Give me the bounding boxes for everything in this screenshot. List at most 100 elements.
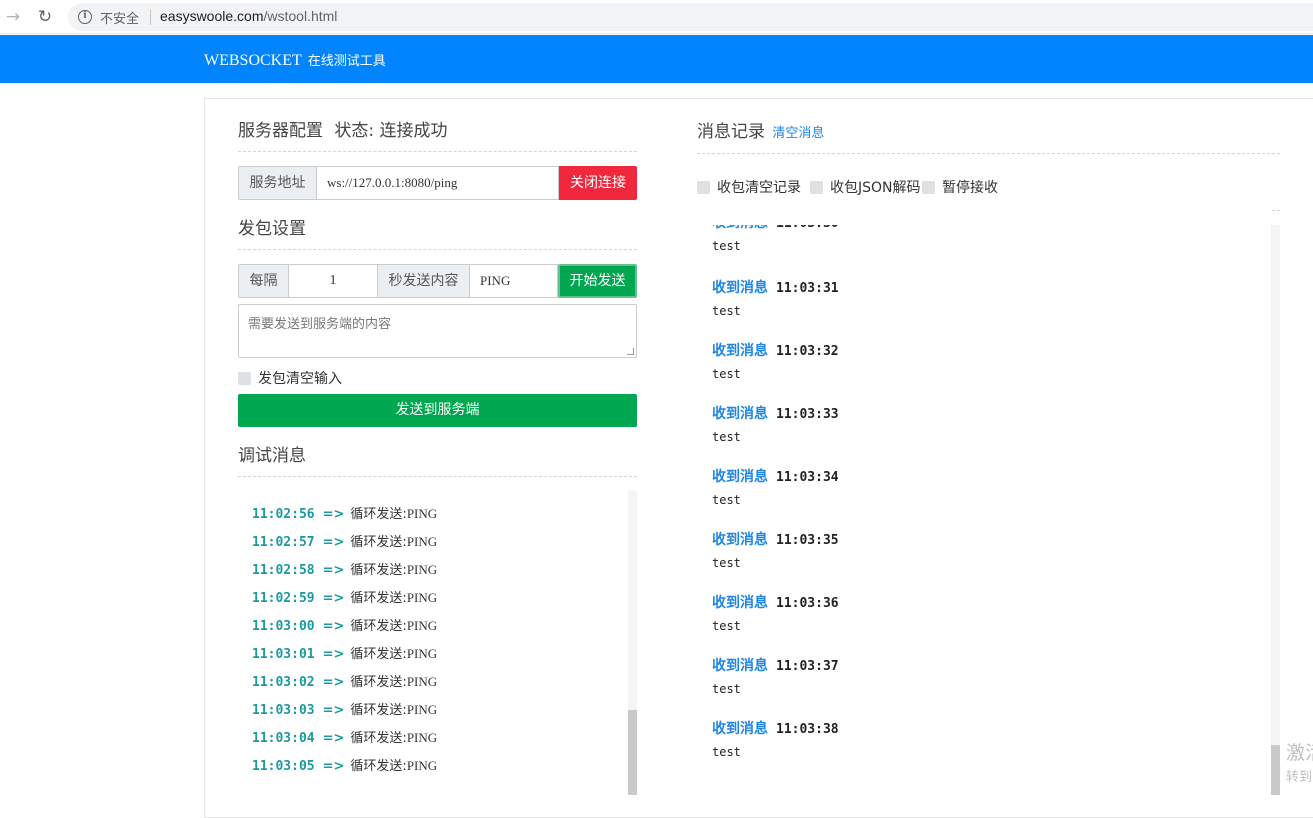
message-scrollbar[interactable] [1271, 225, 1280, 795]
message-head: 收到消息 11:03:31 [712, 277, 839, 297]
log-action: 循环发送: [350, 563, 407, 578]
message-time: 11:03:32 [776, 344, 839, 359]
send-content-label: 秒发送内容 [378, 264, 470, 298]
log-arrow: => [322, 731, 345, 746]
log-time: 11:02:58 [252, 563, 315, 578]
received-label: 收到消息 [712, 469, 768, 485]
brand[interactable]: WEBSOCKET 在线测试工具 [204, 50, 386, 70]
security-label: 不安全 [100, 12, 140, 27]
message-time: 11:03:31 [776, 281, 839, 296]
message-head: 收到消息 11:03:35 [712, 529, 839, 549]
url-text[interactable]: easyswoole.com/wstool.html [160, 8, 337, 24]
debug-log-line: 11:02:58 => 循环发送:PING [252, 559, 437, 578]
send-to-server-button[interactable]: 发送到服务端 [238, 394, 637, 427]
json-decode-label: 收包JSON解码 [830, 180, 921, 196]
log-arrow: => [322, 507, 345, 522]
message-time: 11:03:36 [776, 596, 839, 611]
list-item: 收到消息 11:03:31 test [712, 277, 839, 318]
send-content-input[interactable]: PING [470, 264, 558, 298]
log-time: 11:02:57 [252, 535, 315, 550]
start-sending-button[interactable]: 开始发送 [558, 264, 637, 298]
reload-icon[interactable]: ↻ [34, 6, 56, 28]
message-head: 收到消息 11:03:34 [712, 466, 839, 486]
clear-on-receive-option[interactable]: 收包清空记录 [697, 177, 801, 197]
log-action: 循环发送: [350, 591, 407, 606]
message-head: 收到消息 11:03:33 [712, 403, 839, 423]
json-decode-option[interactable]: 收包JSON解码 [810, 177, 921, 197]
message-head: 收到消息 11:03:32 [712, 340, 839, 360]
divider [150, 10, 151, 25]
log-arrow: => [322, 703, 345, 718]
debug-log-line: 11:03:01 => 循环发送:PING [252, 643, 438, 662]
clear-messages-link[interactable]: 清空消息 [772, 126, 824, 141]
app-header: WEBSOCKET 在线测试工具 [0, 35, 1313, 83]
log-value: PING [406, 534, 438, 549]
server-address-group: 服务地址 ws://127.0.0.1:8080/ping 关闭连接 [238, 166, 637, 200]
debug-log-line: 11:02:57 => 循环发送:PING [252, 531, 438, 550]
log-time: 11:03:05 [252, 759, 315, 774]
received-label: 收到消息 [712, 280, 768, 296]
divider [238, 249, 637, 250]
resize-grip-icon[interactable] [627, 348, 634, 355]
received-label: 收到消息 [712, 343, 768, 359]
log-time: 11:03:00 [252, 619, 315, 634]
log-text: 循环发送:PING [350, 758, 437, 774]
interval-input[interactable]: 1 [289, 264, 378, 298]
server-address-input[interactable]: ws://127.0.0.1:8080/ping [317, 166, 559, 200]
message-time: 11:03:33 [776, 407, 839, 422]
log-value: PING [406, 646, 438, 661]
message-textarea[interactable]: 需要发送到服务端的内容 [238, 304, 637, 358]
message-time: 11:03:35 [776, 533, 839, 548]
info-icon[interactable]: i [78, 10, 92, 24]
log-text: 循环发送:PING [350, 534, 438, 550]
log-action: 循环发送: [350, 759, 407, 774]
message-body: test [712, 619, 741, 633]
brand-title: WEBSOCKET [204, 52, 302, 69]
log-arrow: => [322, 591, 345, 606]
received-label: 收到消息 [712, 595, 768, 611]
log-action: 循环发送: [350, 507, 407, 522]
close-connection-button[interactable]: 关闭连接 [559, 166, 637, 200]
debug-scrollbar[interactable] [628, 491, 637, 795]
watermark-line-1: 激活 [1286, 742, 1313, 764]
log-time: 11:03:04 [252, 731, 315, 746]
address-bar[interactable]: i 不安全 easyswoole.com/wstool.html [68, 3, 1313, 31]
json-decode-checkbox[interactable] [810, 180, 823, 194]
log-value: PING [406, 506, 438, 521]
url-path: /wstool.html [263, 8, 338, 24]
log-time: 11:03:03 [252, 703, 315, 718]
log-arrow: => [322, 647, 345, 662]
log-arrow: => [322, 675, 345, 690]
url-host: easyswoole.com [160, 8, 264, 24]
message-log-title: 消息记录 [697, 122, 765, 142]
message-log-heading: 消息记录 清空消息 [697, 117, 824, 142]
debug-log-line: 11:03:04 => 循环发送:PING [252, 727, 437, 746]
debug-scrollbar-thumb[interactable] [628, 710, 637, 795]
debug-log-line: 11:03:00 => 循环发送:PING [252, 615, 438, 634]
clear-input-checkbox[interactable] [238, 371, 251, 385]
list-item: 收到消息 11:03:33 test [712, 403, 839, 444]
log-time: 11:02:56 [252, 507, 315, 522]
arrow-left-icon[interactable]: → [2, 6, 24, 28]
connection-status: 状态: 连接成功 [334, 121, 448, 141]
received-label: 收到消息 [712, 532, 768, 548]
clear-on-receive-checkbox[interactable] [697, 180, 710, 194]
log-action: 循环发送: [350, 675, 407, 690]
clear-input-option[interactable]: 发包清空输入 [238, 368, 342, 388]
list-item: 收到消息 11:03:34 test [712, 466, 839, 507]
log-arrow: => [322, 535, 345, 550]
log-text: 循环发送:PING [350, 730, 437, 746]
log-value: PING [406, 618, 438, 633]
list-item: 收到消息 11:03:36 test [712, 592, 839, 633]
message-scrollbar-thumb[interactable] [1271, 745, 1280, 795]
received-label: 收到消息 [712, 721, 768, 737]
watermark-line-2: 转到 [1286, 770, 1313, 785]
list-top-mask [697, 210, 1272, 225]
message-time: 11:03:37 [776, 659, 839, 674]
list-item: 收到消息 11:03:38 test [712, 718, 839, 759]
list-item: 收到消息 11:03:35 test [712, 529, 839, 570]
pause-receive-checkbox[interactable] [922, 180, 935, 194]
pause-receive-option[interactable]: 暂停接收 [922, 177, 998, 197]
every-label: 每隔 [238, 264, 289, 298]
log-action: 循环发送: [350, 535, 407, 550]
